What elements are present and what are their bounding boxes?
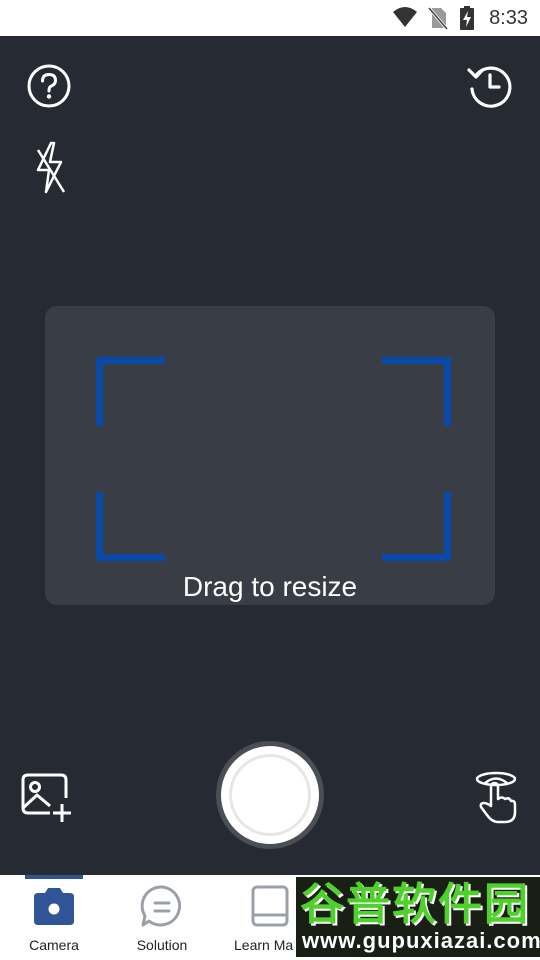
book-icon	[250, 884, 290, 933]
crop-corner-top-right[interactable]	[382, 357, 451, 426]
status-time: 8:33	[489, 7, 528, 29]
shutter-ring	[221, 746, 319, 844]
flash-off-icon[interactable]	[30, 140, 70, 201]
watermark-chinese: 谷普软件园	[300, 880, 530, 929]
active-indicator	[25, 875, 83, 879]
crop-hint-text: Drag to resize	[182, 571, 358, 602]
status-bar: 8:33	[0, 0, 540, 36]
solution-icon	[140, 884, 184, 933]
nav-label-camera: Camera	[29, 937, 79, 953]
nav-item-camera[interactable]: Camera	[0, 875, 108, 960]
shutter-inner	[229, 754, 311, 836]
nav-label-solution: Solution	[136, 937, 188, 953]
add-image-icon[interactable]	[20, 772, 72, 829]
shutter-button[interactable]	[216, 741, 324, 849]
tap-gesture-icon[interactable]	[472, 770, 520, 829]
battery-charging-icon	[459, 6, 475, 35]
crop-corner-top-left[interactable]	[96, 357, 165, 426]
crop-frame[interactable]: Drag to resize	[45, 306, 495, 605]
history-icon[interactable]	[466, 62, 514, 115]
crop-corner-bottom-right[interactable]	[382, 492, 451, 561]
camera-icon	[30, 885, 78, 932]
crop-corner-bottom-left[interactable]	[96, 492, 165, 561]
watermark-logo: 谷普软件园 www.gupuxiazai.com	[296, 877, 540, 957]
nav-item-solution[interactable]: Solution	[108, 875, 216, 960]
watermark-url: www.gupuxiazai.com	[302, 928, 540, 953]
wifi-icon	[392, 6, 418, 33]
help-icon[interactable]	[26, 63, 72, 114]
no-sim-icon	[427, 6, 449, 35]
